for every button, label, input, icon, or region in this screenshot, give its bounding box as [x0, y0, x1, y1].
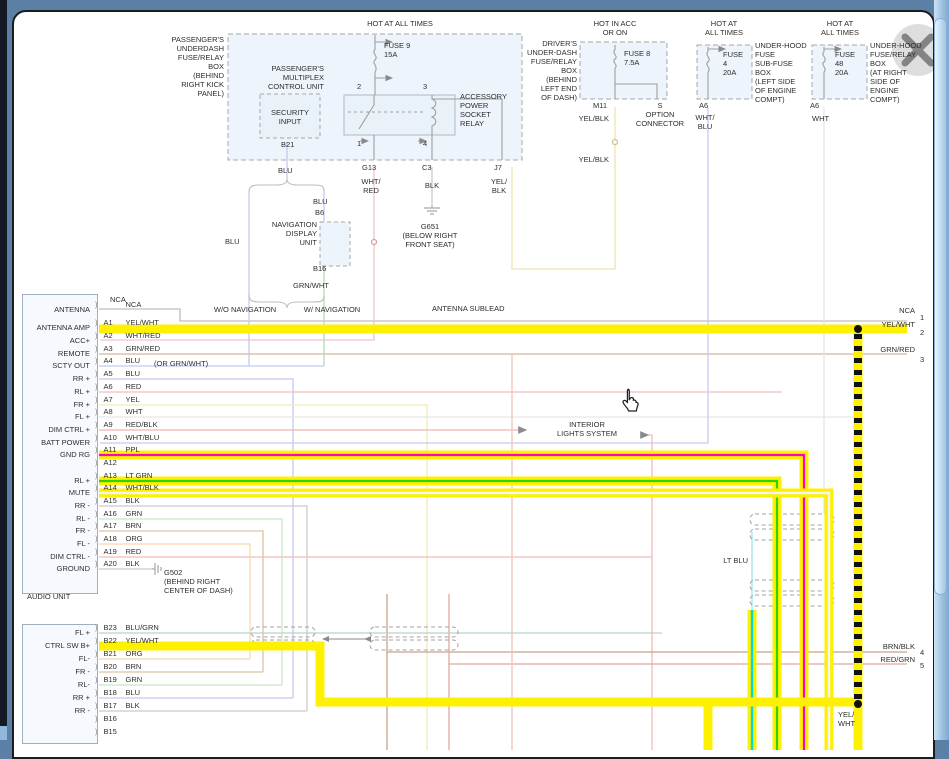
passenger-underdash-box	[228, 34, 522, 160]
trace-junction-bottom	[854, 700, 862, 708]
wire-brn-a17-b20	[99, 531, 263, 672]
close-watermark-icon	[892, 24, 935, 76]
wiring-diagram-viewer: { "app": { "kind": "automotive wiring di…	[0, 0, 949, 740]
wire-nca	[99, 309, 907, 321]
driver-underdash-box	[580, 42, 667, 99]
navigation-display-unit-box	[320, 222, 350, 266]
nav-brace-bottom	[249, 295, 324, 308]
underhood-fuse-box	[812, 45, 867, 99]
wire-red-grn-path	[449, 594, 907, 750]
wiring-diagram-canvas	[14, 12, 935, 750]
trace-junction-top	[854, 325, 862, 333]
inline-connector-right-2	[750, 580, 834, 606]
wire-yel-blk-path	[512, 107, 615, 269]
window-left-edge	[0, 0, 7, 740]
subfuse-box	[697, 45, 752, 99]
wire-blk-a15-b17	[99, 506, 307, 711]
trace-a13-lt-grn-core	[99, 481, 777, 750]
window-corner-patch	[0, 726, 7, 740]
trace-a13-lt-grn-band	[99, 481, 777, 750]
vertical-scrollbar[interactable]	[934, 0, 949, 740]
trace-b22-yel-wht	[99, 646, 854, 702]
inline-connector-mid	[370, 627, 458, 650]
ground-symbol-g651	[424, 205, 440, 214]
scrollbar-thumb[interactable]	[934, 18, 947, 595]
diagram-page: HOT AT ALL TIMESPASSENGER'SUNDERDASHFUSE…	[12, 10, 935, 759]
inline-connector-right-1	[750, 514, 834, 540]
ground-symbol-g502	[152, 563, 161, 575]
nav-brace-top	[249, 179, 324, 192]
